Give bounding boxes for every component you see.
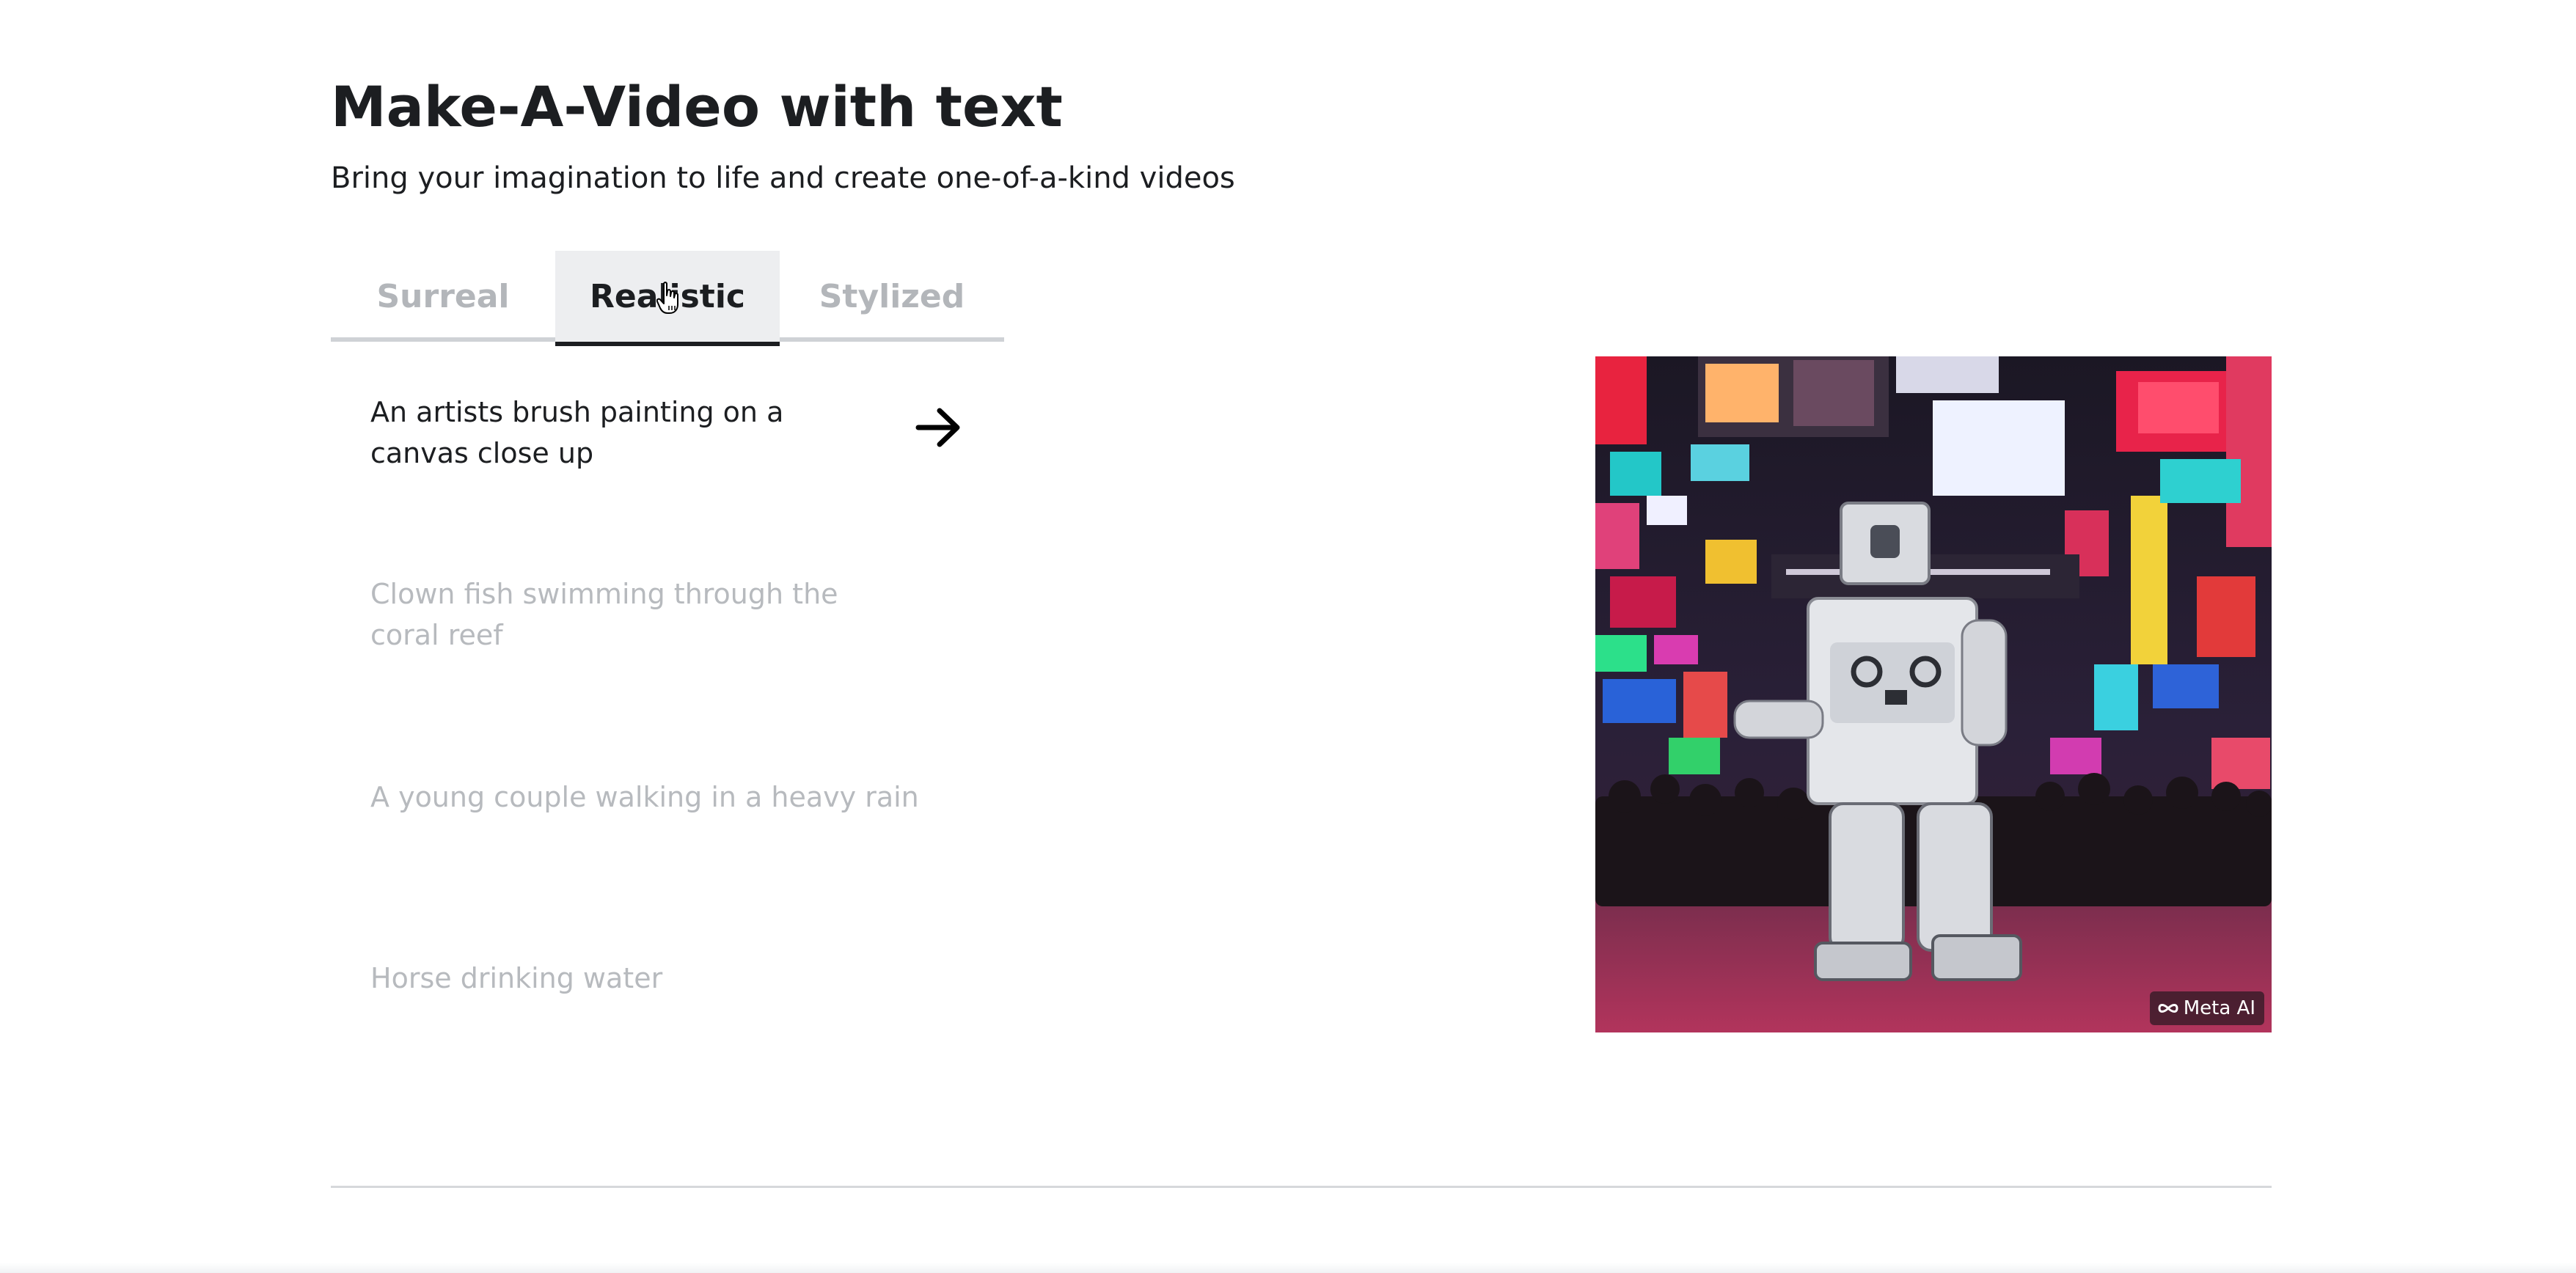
video-preview[interactable]: Meta AI <box>1595 356 2272 1032</box>
tab-surreal[interactable]: Surreal <box>331 251 555 342</box>
section-divider <box>331 1186 2272 1188</box>
tab-realistic[interactable]: Realistic <box>555 251 780 346</box>
page-subtitle: Bring your imagination to life and creat… <box>331 161 1235 195</box>
prompt-item[interactable]: Horse drinking water <box>370 958 928 999</box>
meta-ai-watermark: Meta AI <box>2149 991 2264 1025</box>
arrow-right-icon[interactable] <box>915 407 961 448</box>
watermark-label: Meta AI <box>2183 997 2255 1019</box>
page-title: Make-A-Video with text <box>331 74 1063 139</box>
prompt-item[interactable]: Clown fish swimming through the coral re… <box>370 573 884 656</box>
infinity-icon <box>2158 1004 2178 1013</box>
prompt-item[interactable]: An artists brush painting on a canvas cl… <box>370 392 884 474</box>
tab-stylized[interactable]: Stylized <box>780 251 1004 342</box>
prompt-item[interactable]: A young couple walking in a heavy rain <box>370 777 928 818</box>
video-frame-image <box>1595 356 2272 1032</box>
style-tabs: Surreal Realistic Stylized <box>331 251 1004 346</box>
bottom-edge-shadow <box>0 1263 2576 1273</box>
